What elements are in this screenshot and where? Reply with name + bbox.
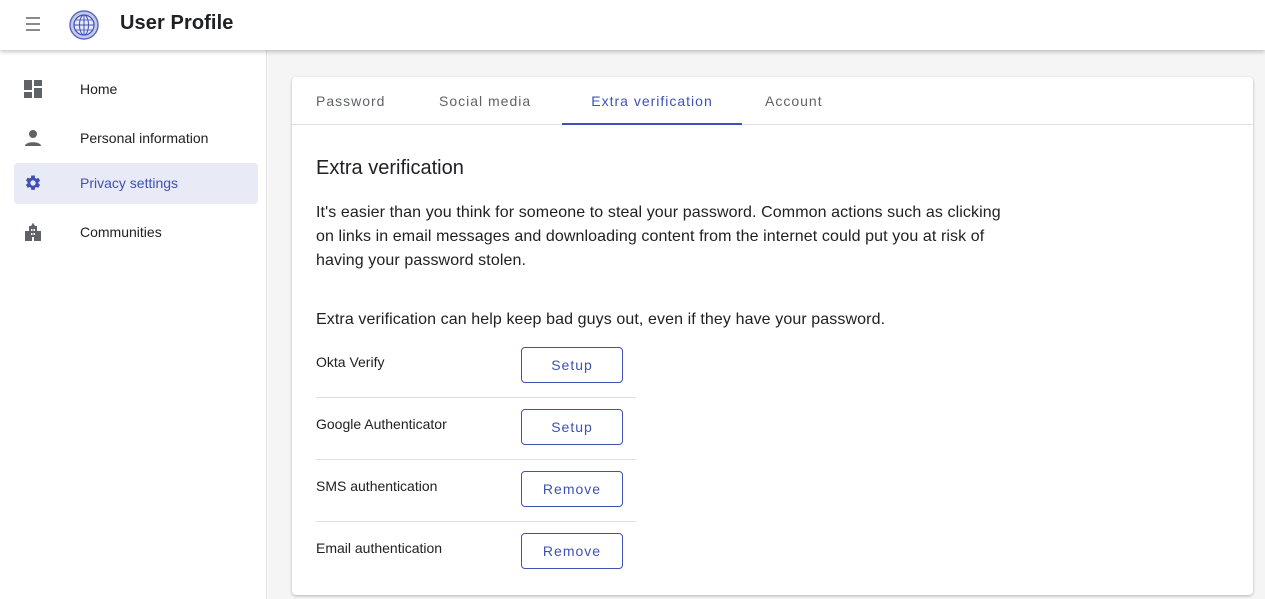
sidebar-item-label: Home: [80, 81, 118, 97]
sidebar-item-label: Personal information: [80, 130, 209, 146]
google-authenticator-setup-button[interactable]: Setup: [521, 409, 623, 445]
verification-row-email: Email authentication Remove: [316, 522, 636, 584]
globe-logo-icon: [68, 9, 100, 41]
verification-row-sms: SMS authentication Remove: [316, 460, 636, 522]
sidebar-item-label: Privacy settings: [80, 175, 179, 191]
tab-account[interactable]: Account: [765, 77, 823, 125]
tab-bar: Password Social media Extra verification…: [292, 77, 1253, 125]
sidebar-item-personal-information[interactable]: Personal information: [14, 118, 258, 159]
verification-label: SMS authentication: [316, 478, 438, 494]
sidebar: Home Personal information Privacy settin…: [0, 50, 267, 599]
settings-card: Password Social media Extra verification…: [292, 77, 1253, 595]
app-title: User Profile: [120, 12, 234, 34]
tab-extra-verification[interactable]: Extra verification: [562, 77, 742, 125]
verification-label: Okta Verify: [316, 354, 385, 370]
sidebar-item-label: Communities: [80, 224, 162, 240]
sidebar-item-communities[interactable]: Communities: [14, 212, 258, 253]
description-text: It's easier than you think for someone t…: [316, 204, 1001, 269]
person-icon: [24, 129, 42, 147]
okta-setup-button[interactable]: Setup: [521, 347, 623, 383]
tab-social-media[interactable]: Social media: [439, 77, 531, 125]
verification-row-okta: Okta Verify Setup: [316, 336, 636, 398]
email-remove-button[interactable]: Remove: [521, 533, 623, 569]
section-title: Extra verification: [316, 157, 464, 179]
verification-label: Email authentication: [316, 540, 443, 556]
app-header: User Profile: [0, 0, 1265, 50]
verification-label: Google Authenticator: [316, 416, 447, 432]
sidebar-item-home[interactable]: Home: [14, 69, 258, 110]
description-text-secondary: Extra verification can help keep bad guy…: [316, 311, 886, 328]
building-icon: [24, 223, 42, 241]
tab-password[interactable]: Password: [316, 77, 385, 125]
verification-row-google-authenticator: Google Authenticator Setup: [316, 398, 636, 460]
hamburger-icon[interactable]: [26, 17, 42, 31]
main-content: Password Social media Extra verification…: [268, 50, 1265, 599]
active-tab-indicator: [562, 123, 742, 125]
sms-remove-button[interactable]: Remove: [521, 471, 623, 507]
gear-icon: [24, 174, 42, 192]
dashboard-icon: [24, 80, 42, 98]
sidebar-item-privacy-settings[interactable]: Privacy settings: [14, 163, 258, 204]
